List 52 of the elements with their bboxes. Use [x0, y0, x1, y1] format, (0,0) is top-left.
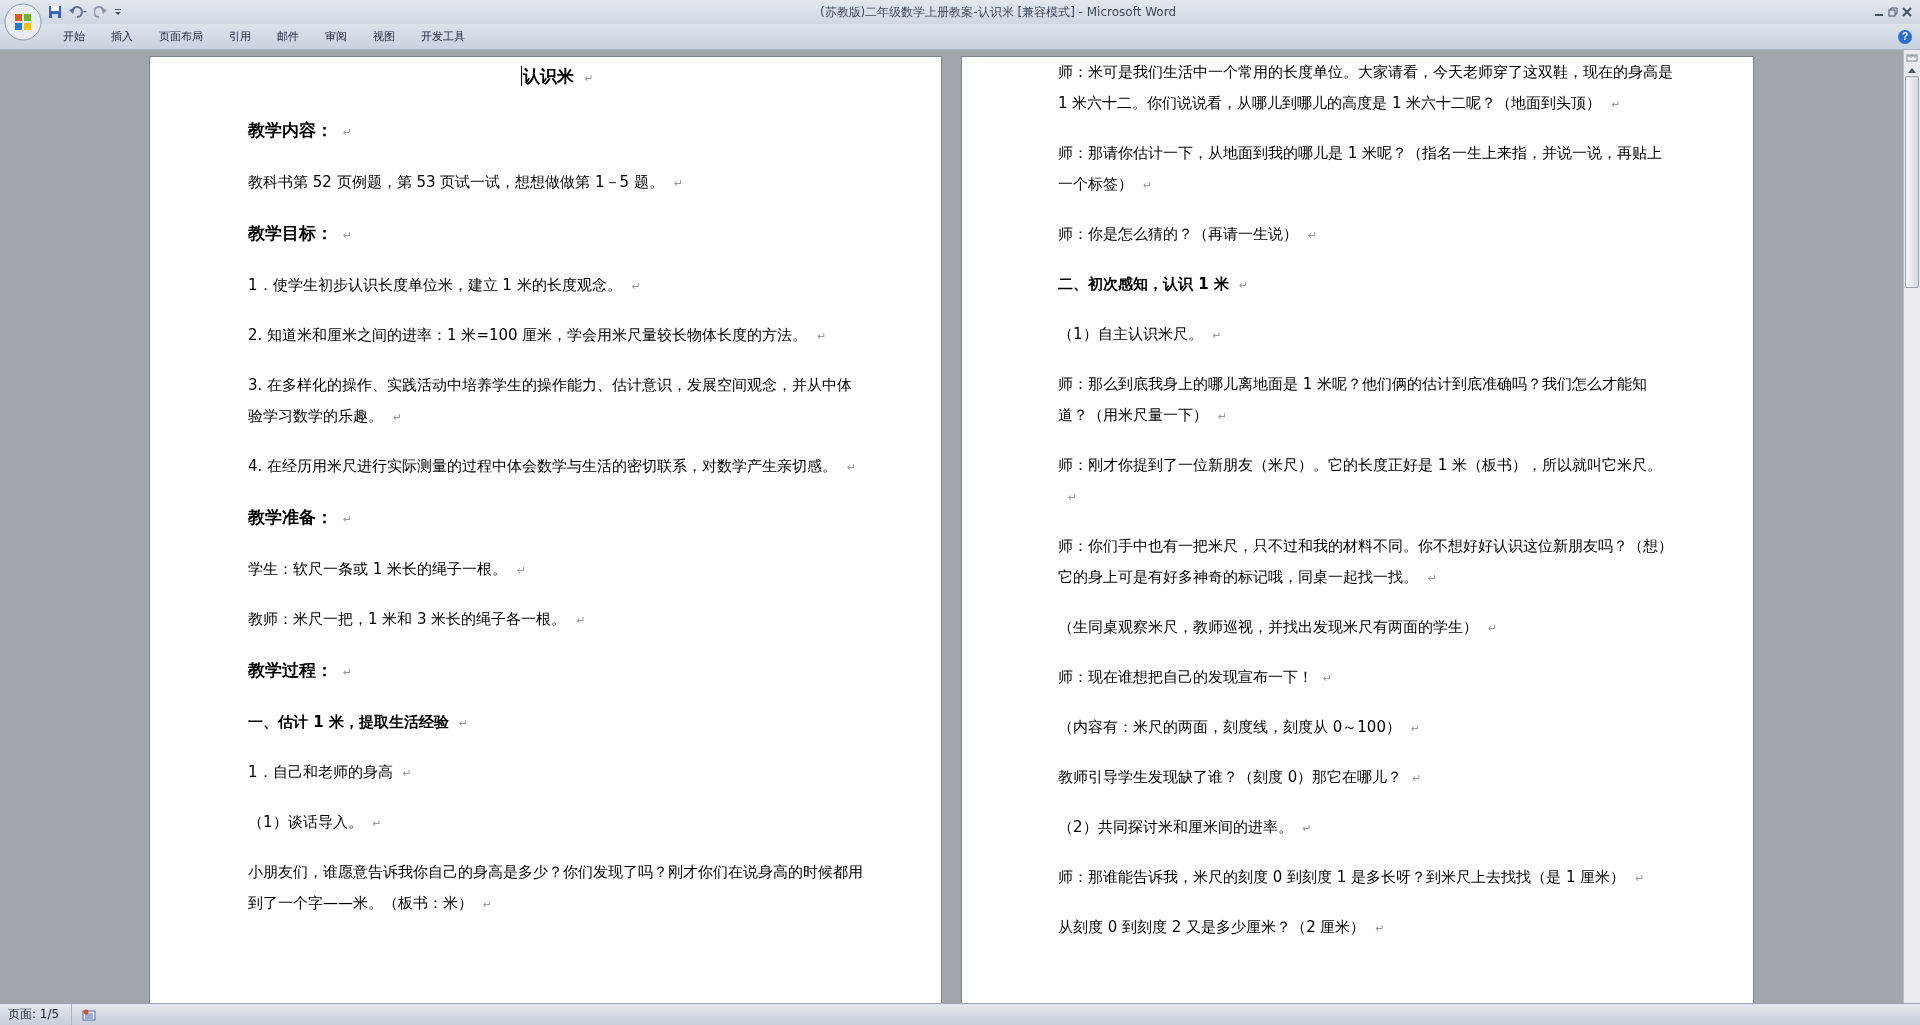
ribbon-tab[interactable]: 审阅: [312, 25, 360, 48]
paragraph-text: 教科书第 52 页例题，第 53 页试一试，想想做做第 1－5 题。 ↵: [248, 173, 684, 191]
paragraph-text: （1）谈话导入。 ↵: [248, 813, 382, 831]
heading: 教学过程： ↵: [248, 660, 353, 680]
redo-icon[interactable]: [94, 5, 108, 19]
macro-record-icon[interactable]: [82, 1008, 97, 1021]
scrollbar-thumb[interactable]: [1905, 76, 1919, 288]
paragraph-text: （1）自主认识米尺。 ↵: [1058, 325, 1222, 343]
window-title: (苏教版)二年级数学上册教案-认识米 [兼容模式] - Microsoft Word: [819, 3, 1177, 21]
paragraph-text: （内容有：米尺的两面，刻度线，刻度从 0～100） ↵: [1058, 718, 1421, 736]
section-heading: 一、估计 1 米，提取生活经验 ↵: [248, 713, 469, 731]
document-title: 认识米 ↵: [521, 66, 594, 86]
paragraph-text: 教师引导学生发现缺了谁？（刻度 0）那它在哪儿？ ↵: [1058, 768, 1422, 786]
paragraph-text: 从刻度 0 到刻度 2 又是多少厘米？（2 厘米） ↵: [1058, 918, 1385, 936]
heading: 教学准备： ↵: [248, 507, 353, 527]
ribbon-tab[interactable]: 邮件: [264, 25, 312, 48]
paragraph-text: 1．使学生初步认识长度单位米，建立 1 米的长度观念。 ↵: [248, 276, 641, 294]
help-button[interactable]: ?: [1898, 29, 1912, 44]
ribbon-tab[interactable]: 页面布局: [146, 25, 216, 48]
paragraph-text: 师：那请你估计一下，从地面到我的哪儿是 1 米呢？（指名一生上来指，并说一说，再贴上一个标签） ↵: [1058, 144, 1663, 193]
heading: 教学内容： ↵: [248, 120, 353, 140]
paragraph-text: 师：你们手中也有一把米尺，只不过和我的材料不同。你不想好好认识这位新朋友吗？（想）它的身上可是有好多神奇的标记哦，同桌一起找一找。 ↵: [1058, 537, 1673, 586]
ribbon-tab[interactable]: 开始: [50, 25, 98, 48]
ruler-toggle-icon[interactable]: [1906, 52, 1918, 64]
paragraph-text: 小朋友们，谁愿意告诉我你自己的身高是多少？你们发现了吗？刚才你们在说身高的时候都用到了一个字——米。（板书：米） ↵: [248, 863, 863, 912]
paragraph-text: 3. 在多样化的操作、实践活动中培养学生的操作能力、估计意识，发展空间观念，并从中体验学习数学的乐趣。 ↵: [248, 376, 853, 425]
save-icon[interactable]: [48, 5, 62, 19]
restore-icon[interactable]: [1888, 7, 1898, 17]
paragraph-text: 师：那谁能告诉我，米尺的刻度 0 到刻度 1 是多长呀？到米尺上去找找（是 1 厘米） ↵: [1058, 868, 1645, 886]
undo-icon[interactable]: [68, 5, 88, 19]
paragraph-text: 学生：软尺一条或 1 米长的绳子一根。 ↵: [248, 560, 527, 578]
scroll-up-icon[interactable]: [1907, 66, 1917, 74]
paragraph-text: （2）共同探讨米和厘米间的进率。 ↵: [1058, 818, 1312, 836]
paragraph-text: （生同桌观察米尺，教师巡视，并找出发现米尺有两面的学生） ↵: [1058, 618, 1498, 636]
ribbon-tab[interactable]: 视图: [360, 25, 408, 48]
paragraph-text: 师：刚才你提到了一位新朋友（米尺）。它的长度正好是 1 米（板书），所以就叫它米尺。 ↵: [1058, 456, 1663, 505]
customize-toolbar-icon[interactable]: [114, 8, 122, 16]
ribbon-tab[interactable]: 插入: [98, 25, 146, 48]
paragraph-text: 师：米可是我们生活中一个常用的长度单位。大家请看，今天老师穿了这双鞋，现在的身高是 1 米六十二。你们说说看，从哪儿到哪儿的高度是 1 米六十二呢？（地面到头顶） ↵: [1058, 63, 1673, 112]
paragraph-text: 师：你是怎么猜的？（再请一生说） ↵: [1058, 225, 1318, 243]
paragraph-text: 师：那么到底我身上的哪儿离地面是 1 米呢？他们俩的估计到底准确吗？我们怎么才能知道？（用米尺量一下） ↵: [1058, 375, 1648, 424]
paragraph-text: 1．自己和老师的身高 ↵: [248, 763, 412, 781]
ribbon-tab[interactable]: 引用: [216, 25, 264, 48]
paragraph-text: 4. 在经历用米尺进行实际测量的过程中体会数学与生活的密切联系，对数学产生亲切感。 ↵: [248, 457, 857, 475]
page-count: 页面: 1/5: [0, 1004, 73, 1025]
paragraph-text: 教师：米尺一把，1 米和 3 米长的绳子各一根。 ↵: [248, 610, 586, 628]
paragraph-text: 2. 知道米和厘米之间的进率：1 米=100 厘米，学会用米尺量较长物体长度的方法。 ↵: [248, 326, 827, 344]
close-icon[interactable]: [1902, 7, 1912, 17]
paragraph-text: 师：现在谁想把自己的发现宣布一下！ ↵: [1058, 668, 1333, 686]
section-heading: 二、初次感知，认识 1 米 ↵: [1058, 275, 1249, 293]
heading: 教学目标： ↵: [248, 223, 353, 243]
ribbon-tab[interactable]: 开发工具: [408, 25, 478, 48]
